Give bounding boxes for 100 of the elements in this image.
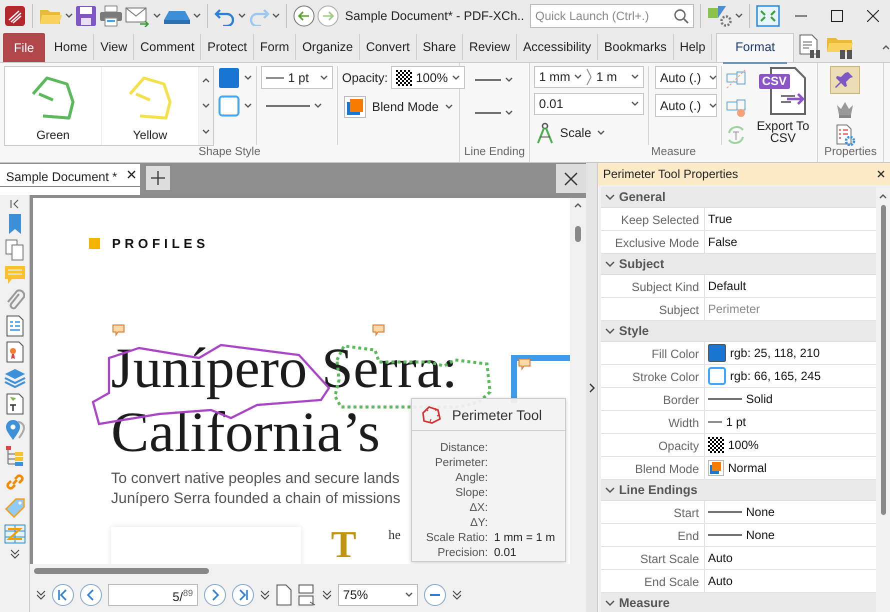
chevron-icon[interactable]	[605, 599, 615, 607]
page-layout-icon[interactable]	[298, 584, 316, 606]
close-icon[interactable]	[127, 170, 136, 179]
more-icon[interactable]	[10, 549, 20, 559]
menu-tab[interactable]: Accessibility	[517, 34, 598, 60]
chevron-icon[interactable]	[605, 193, 615, 201]
menu-tab[interactable]: View	[94, 34, 134, 60]
stroke-color-button[interactable]	[218, 94, 252, 117]
property-value[interactable]: None	[705, 524, 876, 546]
zoom-out-button[interactable]	[424, 584, 446, 606]
blend-mode-button[interactable]: Blend Mode	[342, 94, 465, 120]
quick-launch-field[interactable]: Quick Launch (Ctrl+.)	[530, 4, 694, 28]
fill-color-button[interactable]	[218, 66, 252, 89]
zoom-dropdown[interactable]: 75%	[338, 584, 418, 606]
more-icon[interactable]	[260, 590, 270, 600]
section-header[interactable]: Style	[601, 321, 876, 342]
opacity-dropdown[interactable]: 100%	[390, 66, 465, 89]
note-icon[interactable]	[112, 324, 124, 337]
property-value[interactable]: True	[705, 208, 876, 230]
undo-icon[interactable]	[214, 6, 236, 26]
scrollbar-thumb[interactable]	[34, 568, 209, 574]
envelope-icon[interactable]	[125, 5, 151, 27]
more-icon[interactable]	[322, 590, 332, 600]
precision-dropdown[interactable]: 0.01	[534, 93, 644, 116]
property-value[interactable]: Normal	[705, 457, 876, 479]
text-document-icon[interactable]	[6, 393, 24, 415]
menu-tab[interactable]: Home	[48, 34, 94, 60]
caret-icon[interactable]	[882, 44, 890, 50]
section-header[interactable]: General	[601, 187, 876, 208]
next-page-button[interactable]	[204, 584, 226, 606]
close-document-button[interactable]	[556, 164, 586, 193]
property-value[interactable]: 1 pt	[705, 411, 876, 433]
document-search-icon[interactable]	[798, 34, 822, 60]
more-icon[interactable]	[452, 590, 462, 600]
caret-icon[interactable]	[735, 13, 744, 19]
tree-icon[interactable]	[4, 445, 24, 467]
refresh-text-icon[interactable]	[725, 124, 747, 146]
menu-tab[interactable]: Help	[674, 34, 712, 60]
caret-icon[interactable]	[202, 103, 210, 109]
certificate-icon[interactable]	[6, 341, 24, 363]
note-icon[interactable]	[518, 358, 530, 371]
first-page-button[interactable]	[52, 584, 74, 606]
property-value[interactable]: rgb: 25, 118, 210	[705, 342, 876, 364]
caret-icon[interactable]	[65, 13, 73, 19]
pin-button[interactable]	[830, 66, 860, 94]
line-width-dropdown[interactable]: 1 pt	[261, 66, 333, 89]
note-icon[interactable]	[372, 324, 384, 337]
single-page-icon[interactable]	[276, 584, 292, 606]
chevron-icon[interactable]	[605, 260, 615, 268]
caret-icon[interactable]	[202, 77, 210, 83]
pages-icon[interactable]	[4, 239, 24, 261]
scale-button[interactable]: Scale	[534, 120, 644, 146]
menu-tab[interactable]: Bookmarks	[598, 34, 674, 60]
caret-icon[interactable]	[202, 129, 210, 135]
caret-icon[interactable]	[153, 13, 161, 19]
collapse-icon[interactable]	[10, 199, 20, 209]
format-dropdown[interactable]: Auto (.)	[655, 94, 717, 117]
menu-tab[interactable]: Review	[463, 34, 518, 60]
section-header[interactable]: Line Endings	[601, 480, 876, 501]
property-value[interactable]: Default	[705, 275, 876, 297]
caret-icon[interactable]	[238, 13, 246, 19]
format-dropdown[interactable]: Auto (.)	[655, 66, 717, 89]
close-icon[interactable]	[877, 170, 885, 178]
last-page-button[interactable]	[232, 584, 254, 606]
property-value[interactable]: 100%	[705, 434, 876, 456]
property-value[interactable]: rgb: 66, 165, 245	[705, 365, 876, 387]
save-icon[interactable]	[75, 5, 97, 27]
printer-icon[interactable]	[99, 5, 123, 27]
menu-tab[interactable]: Format	[716, 33, 794, 62]
previous-page-button[interactable]	[80, 584, 102, 606]
property-value[interactable]: Auto	[705, 547, 876, 569]
property-value[interactable]: None	[705, 501, 876, 523]
property-value[interactable]: Auto	[705, 570, 876, 592]
menu-tab[interactable]: Convert	[360, 34, 417, 60]
menu-tab[interactable]: Protect	[201, 34, 254, 60]
menu-tab[interactable]: Organize	[296, 34, 360, 60]
form-document-icon[interactable]	[6, 315, 24, 337]
section-header[interactable]: Measure	[601, 593, 876, 612]
more-icon[interactable]	[36, 590, 46, 600]
chevron-icon[interactable]	[605, 486, 615, 494]
file-menu[interactable]: File	[3, 33, 46, 62]
property-value[interactable]: Solid	[705, 388, 876, 410]
section-header[interactable]: Subject	[601, 254, 876, 275]
export-csv-button[interactable]: CSV Export To CSV	[754, 66, 812, 145]
document-tab[interactable]: Sample Document *	[0, 164, 140, 195]
menu-tab[interactable]: Comment	[134, 34, 202, 60]
scale-ratio-dropdown[interactable]: 1 mm 1 m	[534, 66, 644, 88]
measure-label-icon[interactable]	[725, 68, 747, 90]
chevron-icon[interactable]	[605, 327, 615, 335]
page-number-field[interactable]: 5/$^{89}$	[108, 584, 198, 606]
caret-icon[interactable]	[193, 13, 201, 19]
new-tab-button[interactable]	[146, 166, 170, 190]
scrollbar-thumb[interactable]	[880, 205, 886, 515]
property-value[interactable]: False	[705, 231, 876, 253]
scrollbar-thumb[interactable]	[575, 226, 581, 242]
menu-tab[interactable]: Form	[254, 34, 296, 60]
menu-tab[interactable]: Share	[416, 34, 464, 60]
vertical-scrollbar[interactable]	[570, 198, 586, 564]
settings-icon[interactable]	[707, 5, 734, 27]
caret-icon[interactable]	[272, 13, 280, 19]
